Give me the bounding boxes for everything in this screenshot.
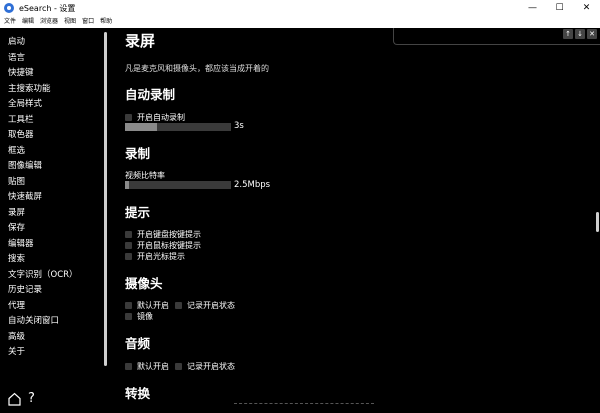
auto-record-delay-value: 3s: [234, 121, 244, 131]
audio-record-state-checkbox[interactable]: 记录开启状态: [175, 361, 235, 372]
sidebar-item-search[interactable]: 搜索: [8, 252, 78, 268]
checkbox-box[interactable]: [175, 302, 182, 309]
mouse-hint-label: 开启鼠标按键提示: [137, 241, 201, 250]
bitrate-slider[interactable]: [125, 181, 231, 189]
auto-record-label: 开启自动录制: [137, 113, 185, 122]
title-bar: eSearch - 设置 — ☐ ✕: [0, 0, 600, 16]
section-auto-record-title: 自动录制: [125, 87, 176, 102]
keyboard-hint-label: 开启键盘按键提示: [137, 230, 201, 239]
sidebar-item-editor[interactable]: 编辑器: [8, 237, 78, 253]
sidebar-item-startup[interactable]: 启动: [8, 35, 78, 51]
auto-record-checkbox[interactable]: 开启自动录制: [125, 112, 185, 123]
section-audio-title: 音频: [125, 336, 151, 351]
bitrate-label: 视频比特率: [125, 171, 165, 180]
camera-default-on-label: 默认开启: [137, 301, 169, 310]
sidebar-footer: ?: [8, 392, 35, 406]
sidebar-item-language[interactable]: 语言: [8, 51, 78, 67]
window-controls: — ☐ ✕: [519, 0, 600, 16]
page-title: 录屏: [125, 32, 156, 50]
minimize-button[interactable]: —: [519, 0, 546, 16]
checkbox-box[interactable]: [125, 313, 132, 320]
find-prev-button[interactable]: ↑: [563, 29, 573, 39]
section-record-title: 录制: [125, 146, 151, 161]
camera-mirror-label: 镜像: [137, 312, 153, 321]
sidebar-item-history[interactable]: 历史记录: [8, 283, 78, 299]
checkbox-box[interactable]: [175, 363, 182, 370]
audio-record-state-label: 记录开启状态: [187, 362, 235, 371]
checkbox-box[interactable]: [125, 242, 132, 249]
checkbox-box[interactable]: [125, 231, 132, 238]
menu-view[interactable]: 视图: [61, 16, 79, 28]
checkbox-box[interactable]: [125, 253, 132, 260]
menu-help[interactable]: 帮助: [97, 16, 115, 28]
section-camera-title: 摄像头: [125, 276, 163, 291]
sidebar-item-main-search[interactable]: 主搜索功能: [8, 82, 78, 98]
sidebar-item-save[interactable]: 保存: [8, 221, 78, 237]
sidebar-scrollbar[interactable]: [104, 32, 107, 366]
sidebar-item-about[interactable]: 关于: [8, 345, 78, 361]
cursor-hint-checkbox[interactable]: 开启光标提示: [125, 251, 185, 262]
sidebar-item-ocr[interactable]: 文字识别（OCR）: [8, 268, 78, 284]
menu-browser[interactable]: 浏览器: [37, 16, 61, 28]
audio-default-on-label: 默认开启: [137, 362, 169, 371]
sidebar-item-pin[interactable]: 贴图: [8, 175, 78, 191]
sidebar-item-selection[interactable]: 框选: [8, 144, 78, 160]
sidebar-item-color-picker[interactable]: 取色器: [8, 128, 78, 144]
find-bar-buttons: ↑ ↓ ✕: [563, 29, 597, 39]
help-icon[interactable]: ?: [28, 392, 35, 406]
menu-bar: 文件 编辑 浏览器 视图 窗口 帮助: [0, 16, 600, 28]
audio-default-on-checkbox[interactable]: 默认开启: [125, 361, 169, 372]
camera-mirror-checkbox[interactable]: 镜像: [125, 311, 153, 322]
sidebar-item-quick-screenshot[interactable]: 快速截屏: [8, 190, 78, 206]
menu-file[interactable]: 文件: [0, 16, 19, 28]
section-hints-title: 提示: [125, 205, 151, 220]
app-logo-icon: [4, 3, 14, 13]
find-next-button[interactable]: ↓: [575, 29, 585, 39]
checkbox-box[interactable]: [125, 302, 132, 309]
sidebar-item-auto-close[interactable]: 自动关闭窗口: [8, 314, 78, 330]
bitrate-value: 2.5Mbps: [234, 180, 271, 190]
auto-record-slider-fill: [125, 123, 157, 131]
keyboard-hint-checkbox[interactable]: 开启键盘按键提示: [125, 229, 201, 240]
sidebar-item-toolbar[interactable]: 工具栏: [8, 113, 78, 129]
window-title: eSearch - 设置: [19, 3, 76, 13]
sidebar-item-image-edit[interactable]: 图像编辑: [8, 159, 78, 175]
sidebar-item-proxy[interactable]: 代理: [8, 299, 78, 315]
camera-record-state-checkbox[interactable]: 记录开启状态: [175, 300, 235, 311]
maximize-button[interactable]: ☐: [546, 0, 573, 16]
find-close-button[interactable]: ✕: [587, 29, 597, 39]
camera-record-state-label: 记录开启状态: [187, 301, 235, 310]
cursor-hint-label: 开启光标提示: [137, 252, 185, 261]
sidebar-item-shortcuts[interactable]: 快捷键: [8, 66, 78, 82]
sidebar-nav: 启动 语言 快捷键 主搜索功能 全局样式 工具栏 取色器 框选 图像编辑 贴图 …: [8, 35, 78, 361]
mouse-hint-checkbox[interactable]: 开启鼠标按键提示: [125, 240, 201, 251]
section-convert-title: 转换: [125, 386, 151, 401]
bitrate-slider-fill: [125, 181, 130, 189]
content-scrollbar[interactable]: [596, 212, 599, 232]
auto-record-delay-slider[interactable]: [125, 123, 231, 131]
find-bar: ↑ ↓ ✕: [393, 28, 600, 45]
home-icon[interactable]: [8, 392, 21, 406]
menu-edit[interactable]: 编辑: [19, 16, 37, 28]
settings-sidebar: 启动 语言 快捷键 主搜索功能 全局样式 工具栏 取色器 框选 图像编辑 贴图 …: [0, 28, 110, 413]
checkbox-box[interactable]: [125, 114, 132, 121]
clipped-content: [234, 403, 374, 406]
sidebar-item-screen-record[interactable]: 录屏: [8, 206, 78, 222]
checkbox-box[interactable]: [125, 363, 132, 370]
close-button[interactable]: ✕: [573, 0, 600, 16]
page-description: 凡是麦克风和摄像头，都应该当成开着的: [125, 64, 269, 73]
sidebar-item-global-style[interactable]: 全局样式: [8, 97, 78, 113]
menu-window[interactable]: 窗口: [79, 16, 97, 28]
sidebar-item-advanced[interactable]: 高级: [8, 330, 78, 346]
settings-content: ↑ ↓ ✕ 录屏 凡是麦克风和摄像头，都应该当成开着的 自动录制 开启自动录制 …: [110, 28, 600, 413]
camera-default-on-checkbox[interactable]: 默认开启: [125, 300, 169, 311]
